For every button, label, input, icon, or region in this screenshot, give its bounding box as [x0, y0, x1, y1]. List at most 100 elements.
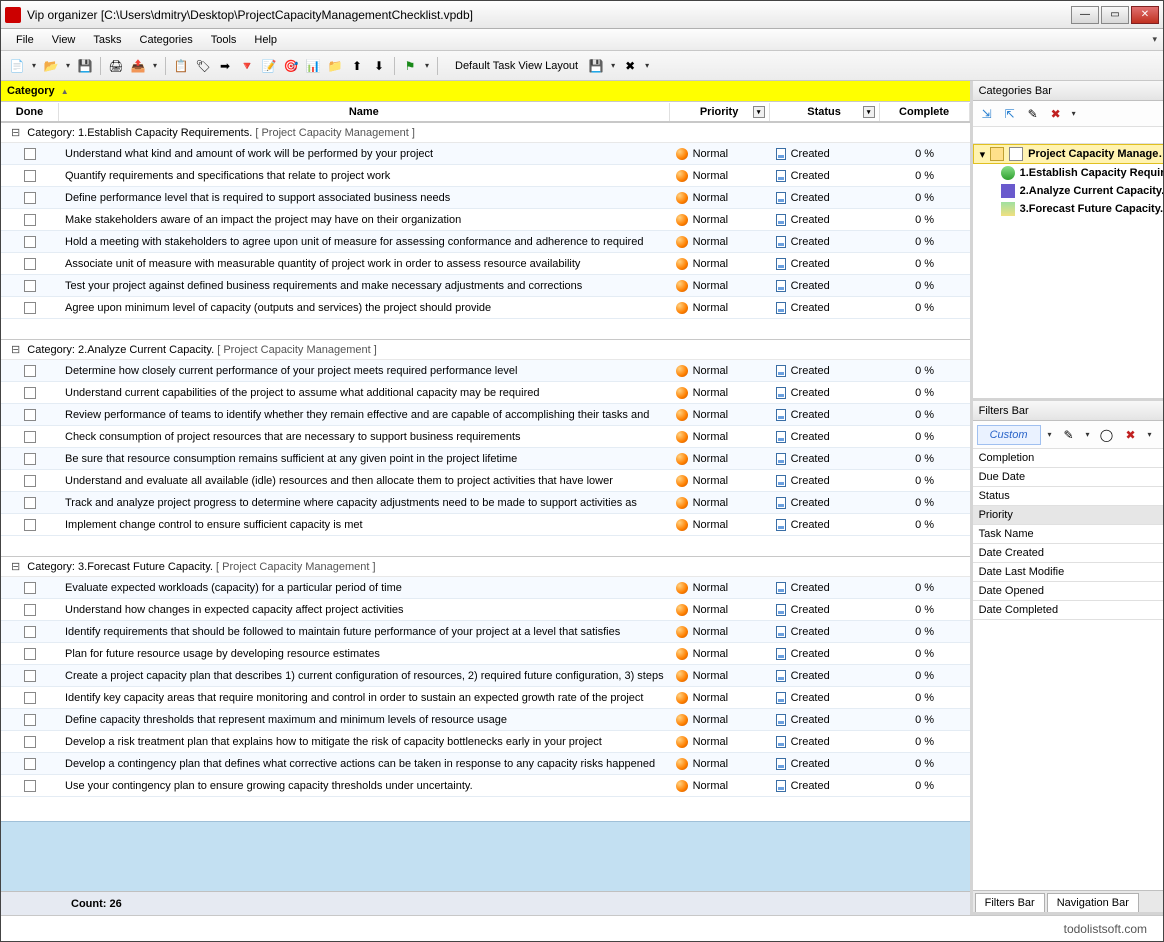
close-button[interactable]: ✕ [1131, 6, 1159, 24]
filter-custom-button[interactable]: Custom [977, 425, 1041, 445]
filter-apply-dd[interactable]: ▾ [1083, 430, 1093, 439]
menu-tools[interactable]: Tools [202, 31, 246, 49]
cat-expand-icon[interactable]: ⇲ [977, 104, 997, 124]
tb-chart-icon[interactable]: 📊 [303, 56, 323, 76]
tb-export-dd[interactable]: ▾ [150, 61, 160, 70]
task-row[interactable]: Define performance level that is require… [1, 187, 970, 209]
done-checkbox[interactable] [24, 604, 36, 616]
tb-new-dd[interactable]: ▾ [29, 61, 39, 70]
menu-file[interactable]: File [7, 31, 43, 49]
category-row[interactable]: ▾Project Capacity Managemen2626 [973, 144, 1163, 164]
filter-row[interactable]: Date Completed▾ [973, 601, 1163, 620]
col-name[interactable]: Name [59, 103, 670, 121]
expand-icon[interactable]: ▾ [980, 148, 986, 161]
task-row[interactable]: Define capacity thresholds that represen… [1, 709, 970, 731]
done-checkbox[interactable] [24, 648, 36, 660]
task-row[interactable]: Understand current capabilities of the p… [1, 382, 970, 404]
task-row[interactable]: Understand and evaluate all available (i… [1, 470, 970, 492]
done-checkbox[interactable] [24, 497, 36, 509]
done-checkbox[interactable] [24, 365, 36, 377]
task-row[interactable]: Develop a risk treatment plan that expla… [1, 731, 970, 753]
task-row[interactable]: Review performance of teams to identify … [1, 404, 970, 426]
tb-layout-save-dd[interactable]: ▾ [608, 61, 618, 70]
col-priority[interactable]: Priority▾ [670, 103, 770, 121]
task-row[interactable]: Develop a contingency plan that defines … [1, 753, 970, 775]
task-row[interactable]: Implement change control to ensure suffi… [1, 514, 970, 536]
tb-note-icon[interactable]: 📝 [259, 56, 279, 76]
done-checkbox[interactable] [24, 280, 36, 292]
task-row[interactable]: Determine how closely current performanc… [1, 360, 970, 382]
minimize-button[interactable]: — [1071, 6, 1099, 24]
tb-open-icon[interactable]: 📂 [41, 56, 61, 76]
task-row[interactable]: Be sure that resource consumption remain… [1, 448, 970, 470]
tb-layout-del-dd[interactable]: ▾ [642, 61, 652, 70]
task-row[interactable]: Hold a meeting with stakeholders to agre… [1, 231, 970, 253]
done-checkbox[interactable] [24, 692, 36, 704]
filter-row[interactable]: Priority▾ [973, 506, 1163, 525]
tb-indent-icon[interactable]: ➡ [215, 56, 235, 76]
group-header[interactable]: ⊟ Category: 1.Establish Capacity Require… [1, 122, 970, 143]
task-row[interactable]: Plan for future resource usage by develo… [1, 643, 970, 665]
status-filter-icon[interactable]: ▾ [863, 106, 875, 118]
cat-edit-icon[interactable]: ✎ [1023, 104, 1043, 124]
tb-layout-del-icon[interactable]: ✖ [620, 56, 640, 76]
task-row[interactable]: Understand how changes in expected capac… [1, 599, 970, 621]
tb-save-icon[interactable]: 💾 [75, 56, 95, 76]
tb-layout-save-icon[interactable]: 💾 [586, 56, 606, 76]
done-checkbox[interactable] [24, 670, 36, 682]
filter-clear-icon[interactable]: ◯ [1097, 425, 1117, 445]
collapse-icon[interactable]: ⊟ [11, 561, 20, 573]
filter-row[interactable]: Due Date▾ [973, 468, 1163, 487]
task-row[interactable]: Quantify requirements and specifications… [1, 165, 970, 187]
task-row[interactable]: Track and analyze project progress to de… [1, 492, 970, 514]
col-status[interactable]: Status▾ [770, 103, 880, 121]
tb-new-icon[interactable]: 📄 [7, 56, 27, 76]
done-checkbox[interactable] [24, 148, 36, 160]
tb-newcat-icon[interactable]: 📁 [325, 56, 345, 76]
task-row[interactable]: Associate unit of measure with measurabl… [1, 253, 970, 275]
task-row[interactable]: Make stakeholders aware of an impact the… [1, 209, 970, 231]
done-checkbox[interactable] [24, 258, 36, 270]
tb-flag-dd[interactable]: ▾ [422, 61, 432, 70]
collapse-icon[interactable]: ⊟ [11, 127, 20, 139]
cat-collapse-icon[interactable]: ⇱ [1000, 104, 1020, 124]
done-checkbox[interactable] [24, 236, 36, 248]
tab-navigation-bar[interactable]: Navigation Bar [1047, 893, 1139, 912]
done-checkbox[interactable] [24, 626, 36, 638]
done-checkbox[interactable] [24, 475, 36, 487]
done-checkbox[interactable] [24, 387, 36, 399]
tb-goal-icon[interactable]: 🎯 [281, 56, 301, 76]
tb-copy-icon[interactable]: 📋 [171, 56, 191, 76]
task-row[interactable]: Identify key capacity areas that require… [1, 687, 970, 709]
done-checkbox[interactable] [24, 582, 36, 594]
collapse-icon[interactable]: ⊟ [11, 344, 20, 356]
tb-filter-icon[interactable]: 🔻 [237, 56, 257, 76]
category-row[interactable]: 1.Establish Capacity Require88 [973, 164, 1163, 182]
filter-row[interactable]: Date Opened▾ [973, 582, 1163, 601]
menu-overflow-icon[interactable]: ▾ [1152, 34, 1157, 45]
tab-filters-bar[interactable]: Filters Bar [975, 893, 1045, 912]
done-checkbox[interactable] [24, 409, 36, 421]
filter-delete-dd[interactable]: ▾ [1145, 430, 1155, 439]
tb-export-icon[interactable]: 📤 [128, 56, 148, 76]
menu-categories[interactable]: Categories [131, 31, 202, 49]
done-checkbox[interactable] [24, 758, 36, 770]
tb-down-icon[interactable]: ⬇ [369, 56, 389, 76]
done-checkbox[interactable] [24, 714, 36, 726]
tb-flag-icon[interactable]: ⚑ [400, 56, 420, 76]
category-row[interactable]: 2.Analyze Current Capacity.88 [973, 182, 1163, 200]
filter-row[interactable]: Date Created▾ [973, 544, 1163, 563]
maximize-button[interactable]: ▭ [1101, 6, 1129, 24]
group-by-row[interactable]: Category ▲ [1, 81, 970, 102]
task-row[interactable]: Create a project capacity plan that desc… [1, 665, 970, 687]
task-row[interactable]: Use your contingency plan to ensure grow… [1, 775, 970, 797]
group-header[interactable]: ⊟ Category: 2.Analyze Current Capacity. … [1, 339, 970, 360]
category-row[interactable]: 3.Forecast Future Capacity.1010 [973, 200, 1163, 218]
tb-up-icon[interactable]: ⬆ [347, 56, 367, 76]
filter-row[interactable]: Completion▾ [973, 449, 1163, 468]
filter-apply-icon[interactable]: ✎ [1059, 425, 1079, 445]
done-checkbox[interactable] [24, 214, 36, 226]
done-checkbox[interactable] [24, 170, 36, 182]
cat-delete-dd[interactable]: ▾ [1069, 109, 1079, 118]
task-row[interactable]: Evaluate expected workloads (capacity) f… [1, 577, 970, 599]
